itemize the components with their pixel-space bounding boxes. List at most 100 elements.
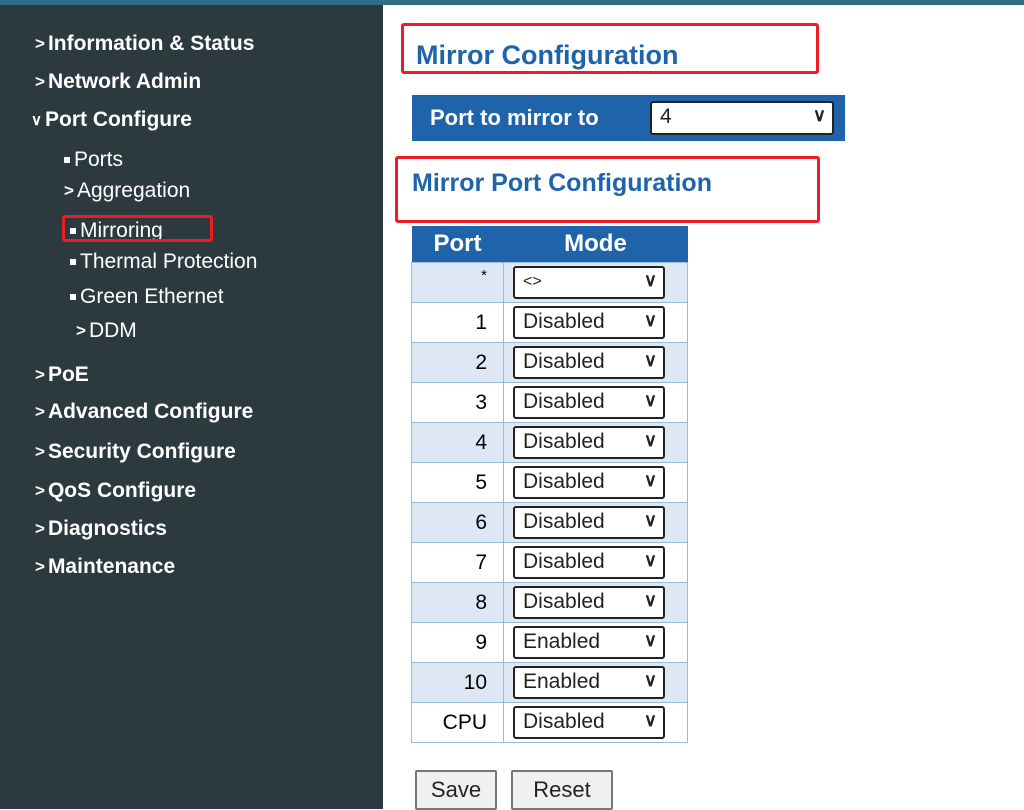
port-cell: 7: [411, 542, 504, 583]
mirror-port-table: Port Mode * <> ∨ 1 Disabled ∨ 2 Disabled ∨ 3 Disab…: [411, 226, 688, 743]
chevron-right-icon: >: [35, 481, 45, 500]
column-header-port: Port: [411, 226, 504, 263]
mode-select[interactable]: Disabled ∨: [513, 346, 665, 379]
nav-qos-configure[interactable]: > QoS Configure: [35, 479, 196, 503]
table-row: 3 Disabled ∨: [411, 382, 688, 423]
table-row: 2 Disabled ∨: [411, 342, 688, 383]
table-header-row: Port Mode: [411, 226, 688, 263]
nav-ports[interactable]: Ports: [64, 148, 123, 172]
nav-ddm[interactable]: > DDM: [76, 319, 137, 343]
chevron-right-icon: >: [35, 557, 45, 576]
mode-cell: Disabled ∨: [503, 342, 688, 383]
column-header-mode: Mode: [503, 226, 688, 263]
chevron-right-icon: >: [35, 72, 45, 91]
table-row: 4 Disabled ∨: [411, 422, 688, 463]
chevron-right-icon: >: [35, 34, 45, 53]
chevron-down-icon: ∨: [643, 470, 657, 490]
chevron-down-icon: ∨: [643, 710, 657, 730]
chevron-down-icon: ∨: [643, 390, 657, 410]
mode-select[interactable]: Disabled ∨: [513, 706, 665, 739]
nav-aggregation[interactable]: > Aggregation: [64, 179, 190, 203]
mode-value: Disabled: [523, 350, 605, 373]
chevron-down-icon: ∨: [643, 590, 657, 610]
nav-diagnostics[interactable]: > Diagnostics: [35, 517, 167, 541]
bullet-icon: [64, 157, 70, 163]
mode-cell: Disabled ∨: [503, 582, 688, 623]
mode-select[interactable]: Disabled ∨: [513, 586, 665, 619]
port-cell: CPU: [411, 702, 504, 743]
mode-cell: <> ∨: [503, 262, 688, 303]
port-to-mirror-value: 4: [660, 105, 672, 128]
mode-select[interactable]: Disabled ∨: [513, 306, 665, 339]
port-cell: 3: [411, 382, 504, 423]
chevron-down-icon: ∨: [812, 105, 826, 125]
table-body: * <> ∨ 1 Disabled ∨ 2 Disabled ∨ 3 Disabled ∨ 4 Disab…: [411, 262, 688, 743]
chevron-right-icon: >: [35, 365, 45, 384]
reset-button[interactable]: Reset: [511, 770, 613, 810]
mode-select[interactable]: Disabled ∨: [513, 546, 665, 579]
mode-value: Disabled: [523, 390, 605, 413]
bullet-icon: [70, 259, 76, 265]
table-row: 10 Enabled ∨: [411, 662, 688, 703]
mode-value: Disabled: [523, 470, 605, 493]
mode-value: Enabled: [523, 670, 601, 693]
mode-cell: Disabled ∨: [503, 502, 688, 543]
table-row: 7 Disabled ∨: [411, 542, 688, 583]
nav-green-ethernet[interactable]: Green Ethernet: [70, 285, 224, 309]
nav-poe[interactable]: > PoE: [35, 363, 89, 387]
mode-cell: Disabled ∨: [503, 462, 688, 503]
port-cell: 1: [411, 302, 504, 343]
port-cell: 8: [411, 582, 504, 623]
port-cell: 6: [411, 502, 504, 543]
mode-select[interactable]: Disabled ∨: [513, 466, 665, 499]
port-to-mirror-select[interactable]: 4 ∨: [650, 101, 834, 135]
chevron-right-icon: >: [35, 519, 45, 538]
chevron-down-icon: ∨: [643, 670, 657, 690]
sidebar: > Information & Status > Network Admin ∨ Po…: [0, 5, 383, 809]
nav-advanced-configure[interactable]: > Advanced Configure: [35, 400, 253, 424]
mode-cell: Enabled ∨: [503, 622, 688, 663]
chevron-right-icon: >: [35, 402, 45, 421]
mode-value: Disabled: [523, 590, 605, 613]
port-cell: 4: [411, 422, 504, 463]
nav-thermal-protection[interactable]: Thermal Protection: [70, 250, 257, 274]
port-to-mirror-bar: Port to mirror to 4 ∨: [412, 95, 845, 141]
chevron-down-icon: ∨: [643, 270, 657, 290]
port-cell: 10: [411, 662, 504, 703]
table-row: 9 Enabled ∨: [411, 622, 688, 663]
nav-information-status[interactable]: > Information & Status: [35, 32, 254, 56]
mode-cell: Enabled ∨: [503, 662, 688, 703]
mode-value: Disabled: [523, 550, 605, 573]
mode-value: Disabled: [523, 310, 605, 333]
chevron-down-icon: ∨: [643, 350, 657, 370]
port-cell: *: [411, 262, 504, 303]
port-cell: 5: [411, 462, 504, 503]
mode-select[interactable]: Enabled ∨: [513, 626, 665, 659]
mode-cell: Disabled ∨: [503, 302, 688, 343]
mode-select[interactable]: Enabled ∨: [513, 666, 665, 699]
mode-value: <>: [523, 273, 542, 290]
mode-cell: Disabled ∨: [503, 702, 688, 743]
highlight-box: [401, 23, 819, 74]
save-button[interactable]: Save: [415, 770, 497, 810]
mode-value: Disabled: [523, 430, 605, 453]
nav-port-configure[interactable]: ∨ Port Configure: [31, 108, 192, 132]
mode-cell: Disabled ∨: [503, 382, 688, 423]
table-row: 1 Disabled ∨: [411, 302, 688, 343]
nav-security-configure[interactable]: > Security Configure: [35, 440, 236, 464]
chevron-down-icon: ∨: [643, 510, 657, 530]
table-row: 6 Disabled ∨: [411, 502, 688, 543]
port-to-mirror-label: Port to mirror to: [430, 105, 599, 130]
nav-maintenance[interactable]: > Maintenance: [35, 555, 175, 579]
mode-select[interactable]: <> ∨: [513, 266, 665, 299]
port-cell: 9: [411, 622, 504, 663]
table-row: 5 Disabled ∨: [411, 462, 688, 503]
nav-network-admin[interactable]: > Network Admin: [35, 70, 201, 94]
mode-select[interactable]: Disabled ∨: [513, 506, 665, 539]
mode-value: Enabled: [523, 630, 601, 653]
chevron-right-icon: >: [35, 442, 45, 461]
bullet-icon: [70, 294, 76, 300]
mode-select[interactable]: Disabled ∨: [513, 386, 665, 419]
highlight-box: [395, 156, 820, 223]
mode-select[interactable]: Disabled ∨: [513, 426, 665, 459]
